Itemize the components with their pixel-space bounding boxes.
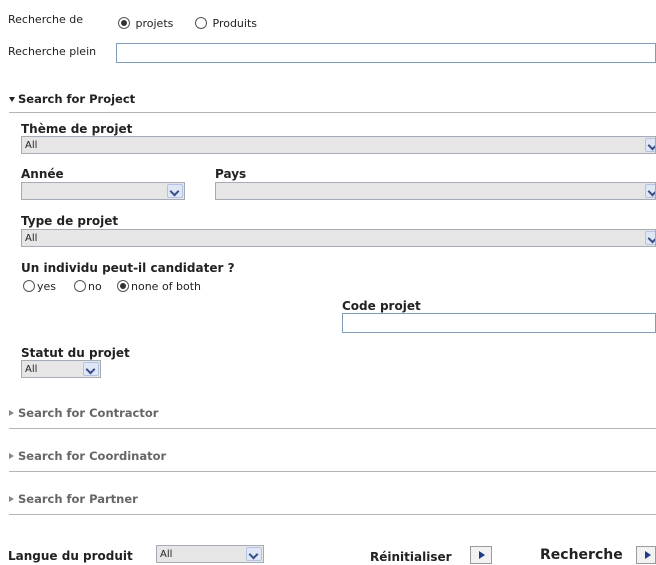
search-button[interactable]	[636, 546, 656, 564]
project-type-value: All	[25, 233, 38, 244]
reset-label[interactable]: Réinitialiser	[370, 550, 452, 564]
chevron-down-icon[interactable]	[246, 547, 262, 561]
year-select[interactable]	[21, 182, 185, 200]
chevron-down-icon[interactable]	[83, 362, 99, 376]
section-partner-toggle[interactable]: Search for Partner	[9, 492, 138, 506]
radio-projets-label[interactable]: projets	[136, 17, 174, 30]
fulltext-input[interactable]	[116, 43, 656, 63]
section-coordinator-title: Search for Coordinator	[18, 449, 167, 463]
product-language-label: Langue du produit	[8, 549, 133, 563]
radio-produits-icon[interactable]	[195, 17, 207, 29]
chevron-down-icon[interactable]	[167, 184, 183, 198]
theme-value: All	[25, 140, 38, 151]
radio-no-label[interactable]: no	[88, 280, 102, 293]
radio-none-of-both-label[interactable]: none of both	[131, 280, 201, 293]
search-label[interactable]: Recherche	[540, 547, 623, 563]
section-partner-title: Search for Partner	[18, 492, 138, 506]
theme-label: Thème de projet	[21, 122, 133, 136]
section-contractor-toggle[interactable]: Search for Contractor	[9, 406, 158, 420]
chevron-down-icon[interactable]	[645, 184, 655, 198]
chevron-down-icon[interactable]	[645, 231, 655, 245]
divider	[9, 428, 656, 429]
project-code-label: Code projet	[342, 299, 421, 313]
country-select[interactable]	[215, 182, 656, 200]
radio-no[interactable]: no	[74, 280, 102, 293]
triangle-right-icon	[9, 410, 14, 416]
project-code-input[interactable]	[342, 313, 656, 333]
radio-none-of-both-icon[interactable]	[117, 280, 129, 292]
status-value: All	[25, 364, 38, 375]
divider	[9, 471, 656, 472]
section-project-title: Search for Project	[18, 92, 136, 106]
radio-produits[interactable]: Produits	[195, 17, 257, 30]
radio-no-icon[interactable]	[74, 280, 86, 292]
section-contractor-title: Search for Contractor	[18, 406, 159, 420]
section-project-toggle[interactable]: Search for Project	[9, 92, 135, 106]
individual-label: Un individu peut-il candidater ?	[21, 261, 235, 275]
search-type-label: Recherche de	[8, 13, 84, 26]
radio-yes-label[interactable]: yes	[37, 280, 56, 293]
triangle-down-icon	[9, 97, 15, 102]
country-label: Pays	[215, 167, 247, 181]
radio-projets[interactable]: projets	[118, 17, 173, 30]
radio-yes-icon[interactable]	[23, 280, 35, 292]
radio-none-of-both[interactable]: none of both	[117, 280, 201, 293]
project-type-label: Type de projet	[21, 214, 119, 228]
year-label: Année	[21, 167, 64, 181]
radio-produits-label[interactable]: Produits	[213, 17, 258, 30]
section-coordinator-toggle[interactable]: Search for Coordinator	[9, 449, 166, 463]
radio-yes[interactable]: yes	[23, 280, 56, 293]
divider	[9, 514, 656, 515]
chevron-down-icon[interactable]	[645, 138, 655, 152]
reset-button[interactable]	[470, 546, 492, 564]
radio-projets-icon[interactable]	[118, 17, 130, 29]
project-type-select[interactable]: All	[21, 229, 656, 247]
theme-select[interactable]: All	[21, 136, 656, 154]
status-select[interactable]: All	[21, 360, 101, 378]
fulltext-label: Recherche plein	[8, 45, 97, 58]
product-language-select[interactable]: All	[156, 545, 264, 563]
status-label: Statut du projet	[21, 346, 130, 360]
triangle-right-icon	[9, 496, 14, 502]
divider	[9, 112, 656, 113]
triangle-right-icon	[9, 453, 14, 459]
product-language-value: All	[160, 549, 173, 560]
